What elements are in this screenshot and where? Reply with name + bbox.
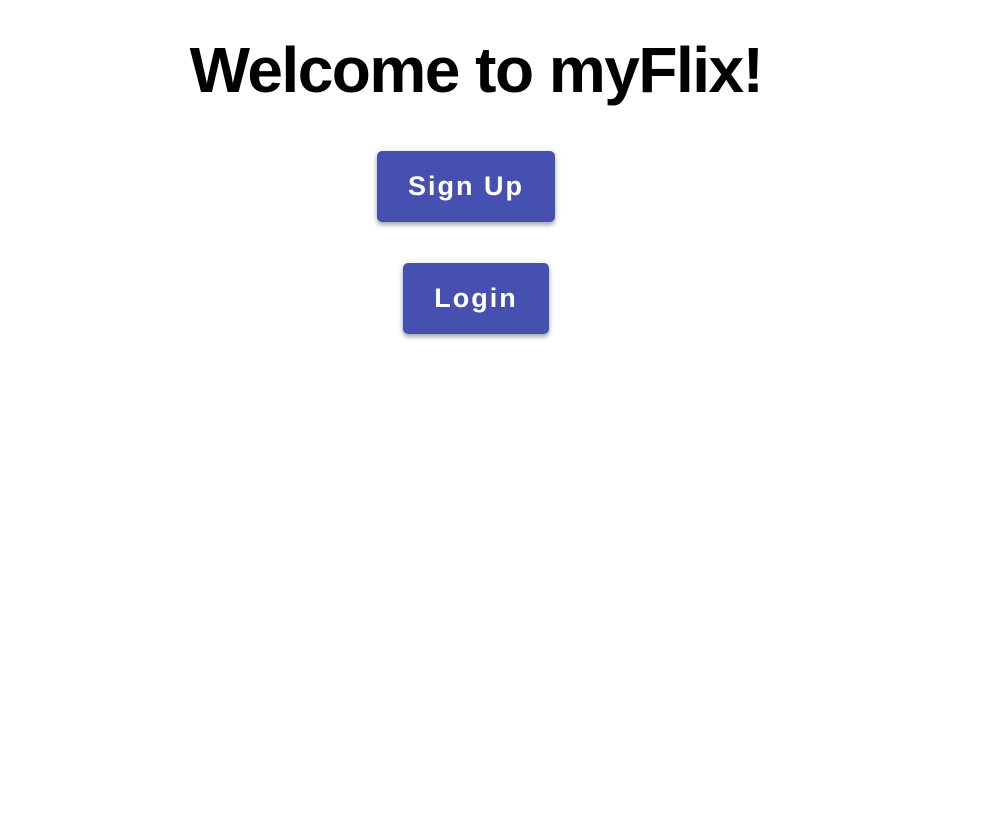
sign-up-button[interactable]: Sign Up bbox=[377, 151, 555, 222]
page-title: Welcome to myFlix! bbox=[189, 34, 764, 106]
sign-up-button-label: Sign Up bbox=[408, 171, 524, 201]
welcome-page: Welcome to myFlix! Sign Up Login bbox=[0, 0, 1002, 828]
login-button[interactable]: Login bbox=[403, 263, 549, 334]
login-button-label: Login bbox=[434, 283, 518, 313]
